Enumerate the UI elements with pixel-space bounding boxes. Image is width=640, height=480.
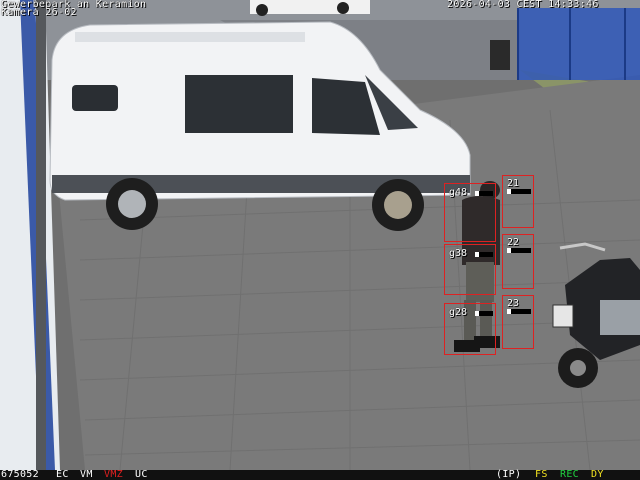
detection-box-zone-23: 23: [502, 295, 534, 349]
flag-uc: UC: [135, 469, 148, 480]
detection-label: 23: [507, 298, 520, 309]
flag-fs: FS: [535, 469, 548, 480]
camera-scene: [0, 0, 640, 471]
detection-box-person-lower: g28: [444, 303, 496, 355]
detection-confidence-bar: [507, 248, 531, 253]
detection-confidence-bar: [507, 189, 531, 194]
flag-ec: EC: [56, 469, 69, 480]
detection-label: 21: [507, 178, 520, 189]
flag-vmz: VMZ: [104, 469, 123, 480]
detection-confidence-bar: [475, 191, 493, 196]
status-bar: 675052 EC VM VMZ UC (IP) FS REC DY: [0, 470, 640, 480]
detection-label: g48: [449, 187, 468, 198]
detection-confidence-bar: [475, 252, 493, 257]
frame-counter: 675052: [1, 469, 39, 480]
timestamp: 2026-04-03 CEST 14:33:46: [447, 0, 599, 10]
flag-dy: DY: [591, 469, 604, 480]
flag-ip: (IP): [496, 469, 522, 480]
detection-label: g38: [449, 248, 468, 259]
detection-box-person-middle: g38: [444, 244, 496, 295]
detection-confidence-bar: [475, 311, 493, 316]
camera-label: Kamera 26-02: [1, 7, 77, 18]
detection-label: g28: [449, 307, 468, 318]
detection-box-zone-22: 22: [502, 234, 534, 289]
detection-box-person-upper: g48: [444, 183, 496, 242]
flag-rec: REC: [560, 469, 579, 480]
detection-label: 22: [507, 237, 520, 248]
flag-vm: VM: [80, 469, 93, 480]
detection-confidence-bar: [507, 309, 531, 314]
detection-box-zone-21: 21: [502, 175, 534, 228]
